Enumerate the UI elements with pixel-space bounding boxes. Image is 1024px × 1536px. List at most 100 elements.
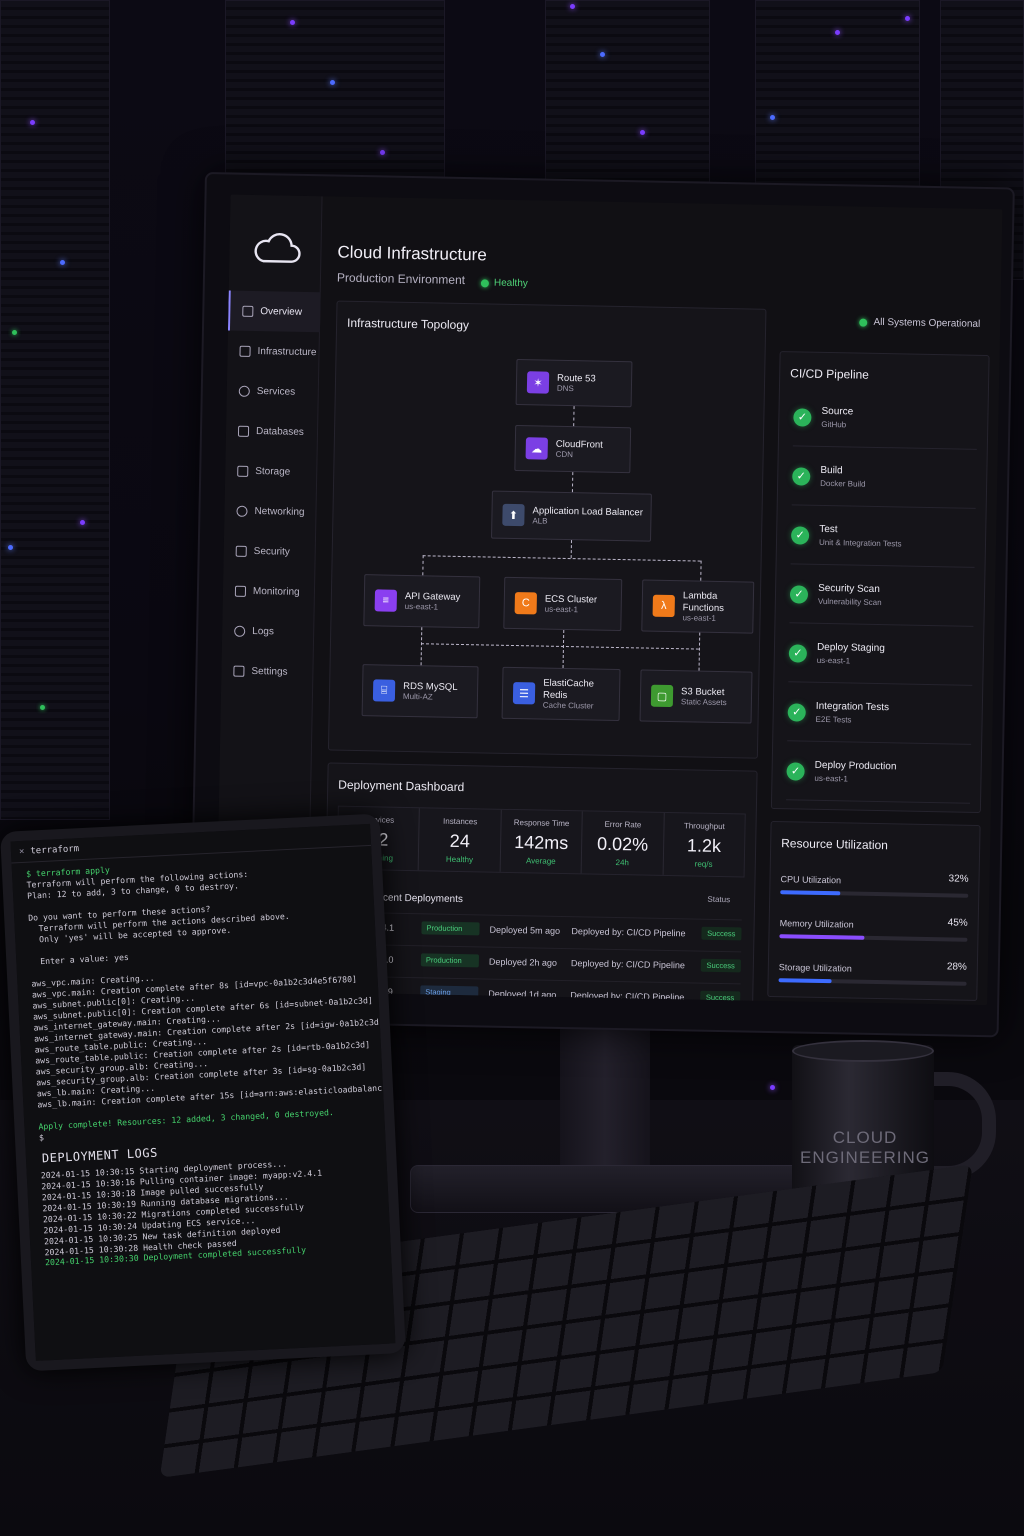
stat-card: Instances 24 Healthy [419, 808, 502, 872]
rack-led [40, 705, 45, 710]
check-icon: ✓ [790, 525, 810, 545]
step-subtitle: GitHub [821, 419, 847, 430]
terminal-output: $ terraform apply Terraform will perform … [12, 852, 385, 1144]
sidebar-item-label: Monitoring [252, 585, 300, 598]
service-icon: ☁ [525, 437, 548, 460]
rack-led [8, 545, 13, 550]
check-icon: ✓ [786, 761, 805, 781]
node-subtitle: us-east-1 [544, 604, 579, 615]
check-icon: ✓ [793, 407, 812, 427]
page-title: Cloud Infrastructure [337, 242, 487, 265]
connector-line [571, 472, 574, 493]
rack-led [80, 520, 85, 525]
sidebar-item-storage[interactable]: Storage [225, 450, 318, 492]
resource-label: CPU Utilization [780, 874, 842, 886]
sidebar-item-label: Services [256, 385, 296, 398]
terminal-window[interactable]: × terraform $ terraform apply Terraform w… [10, 823, 396, 1361]
connector-line [700, 560, 702, 581]
topology-node[interactable]: ⌸ RDS MySQL Multi-AZ [361, 664, 479, 719]
rack-led [600, 52, 605, 57]
sidebar-item-monitoring[interactable]: Monitoring [223, 570, 316, 612]
step-subtitle: Docker Build [820, 478, 866, 489]
node-subtitle: DNS [556, 383, 574, 394]
progress-track [780, 890, 969, 898]
deployment-row[interactable]: v2.4.1ProductionDeployed 5m agoDeployed … [369, 912, 742, 948]
server-rack [0, 0, 110, 820]
rack-led [770, 1085, 775, 1090]
pipeline-step[interactable]: ✓ Source GitHub [792, 388, 978, 450]
rack-led [60, 260, 65, 265]
cicd-panel: CI/CD Pipeline ✓ Source GitHub ✓ Build Docker… [770, 351, 990, 814]
mug-line: ENGINEERING [800, 1148, 931, 1168]
service-icon: ≡ [374, 589, 398, 612]
pipeline-step[interactable]: ✓ Integration Tests E2E Tests [787, 683, 973, 745]
service-icon: C [514, 592, 537, 615]
sidebar-item-label: Networking [254, 505, 305, 518]
resource-row: Storage Utilization 28% [778, 961, 967, 1005]
sidebar-item-databases[interactable]: Databases [226, 410, 319, 452]
connector-line [422, 555, 701, 562]
sidebar-item-logs[interactable]: Logs [222, 610, 315, 652]
step-text: Deploy Production us-east-1 [814, 760, 896, 785]
pipeline-step[interactable]: ✓ Security Scan Vulnerability Scan [789, 565, 975, 627]
step-text: Integration Tests E2E Tests [816, 701, 890, 725]
pipeline-step[interactable]: ✓ Test Unit & Integration Tests [790, 506, 976, 568]
connector-line [420, 643, 699, 650]
step-name: Deploy Staging [816, 641, 885, 655]
sidebar-item-services[interactable]: Services [226, 370, 319, 412]
node-text: ECS Cluster us-east-1 [545, 593, 598, 614]
stat-value: 0.02% [596, 833, 649, 855]
rack-led [770, 115, 775, 120]
deployment-row[interactable]: v2.3.9StagingDeployed 1d agoDeployed by:… [368, 976, 741, 1006]
topology-node[interactable]: ⬆ Application Load Balancer ALB [491, 490, 652, 542]
progress-track [779, 934, 968, 942]
connector-line [573, 406, 575, 427]
close-icon[interactable]: × [19, 846, 25, 856]
node-name: CloudFront [555, 438, 603, 451]
deployment-row[interactable]: v2.4.0ProductionDeployed 2h agoDeployed … [368, 944, 742, 980]
health-label: Healthy [493, 277, 528, 290]
pipeline-step[interactable]: ✓ Build Docker Build [791, 447, 977, 509]
topology-node[interactable]: ≡ API Gateway us-east-1 [363, 574, 481, 629]
node-name: Lambda Functions [682, 590, 725, 614]
resource-label: Storage Utilization [778, 962, 852, 974]
node-text: API Gateway us-east-1 [405, 591, 461, 612]
sidebar-item-infrastructure[interactable]: Infrastructure [227, 330, 320, 372]
connector-line [420, 627, 423, 666]
node-subtitle: Multi-AZ [402, 692, 433, 702]
system-status-label: All Systems Operational [873, 316, 981, 330]
step-name: Integration Tests [815, 700, 890, 714]
topology-node[interactable]: ▢ S3 Bucket Static Assets [639, 669, 753, 724]
service-icon: ☰ [512, 682, 536, 705]
sidebar-item-security[interactable]: Security [223, 530, 316, 572]
topology-node[interactable]: λ Lambda Functions us-east-1 [641, 579, 755, 634]
services-icon [238, 385, 250, 397]
pipeline-step[interactable]: ✓ Deploy Staging us-east-1 [788, 624, 974, 686]
service-icon: ⬆ [502, 503, 525, 527]
sidebar-item-overview[interactable]: Overview [227, 290, 321, 333]
topology-node[interactable]: ☰ ElastiCache Redis Cache Cluster [501, 666, 621, 722]
resource-panel: Resource Utilization CPU Utilization 32% M… [767, 820, 981, 1001]
topology-node[interactable]: ☁ CloudFront CDN [514, 425, 632, 474]
node-name: S3 Bucket [681, 686, 725, 698]
pipeline-step[interactable]: ✓ Deploy Production us-east-1 [786, 742, 972, 804]
resource-value: 32% [948, 873, 969, 885]
sidebar-item-settings[interactable]: Settings [221, 650, 314, 692]
status-badge: Success [700, 958, 741, 973]
sidebar-item-networking[interactable]: Networking [224, 490, 317, 532]
resource-row: Memory Utilization 45% [779, 917, 968, 964]
deploy-time: Deployed 5m ago [489, 924, 561, 936]
topology-node[interactable]: C ECS Cluster us-east-1 [503, 576, 623, 632]
resource-value: 28% [946, 961, 967, 973]
terminal-tab[interactable]: terraform [30, 844, 79, 856]
topology-panel: Infrastructure Topology ✶ Route 53 DNS ☁ Clo… [327, 300, 767, 759]
service-icon: ⌸ [372, 679, 396, 702]
stat-value: 142ms [514, 832, 569, 854]
rack-led [30, 120, 35, 125]
node-name: ElastiCache Redis [542, 677, 595, 701]
node-text: Lambda Functions us-east-1 [682, 590, 753, 623]
step-subtitle: us-east-1 [814, 773, 848, 784]
status-column-header: Status [707, 894, 731, 905]
topology-node[interactable]: ✶ Route 53 DNS [515, 359, 633, 408]
network-icon [236, 505, 248, 517]
